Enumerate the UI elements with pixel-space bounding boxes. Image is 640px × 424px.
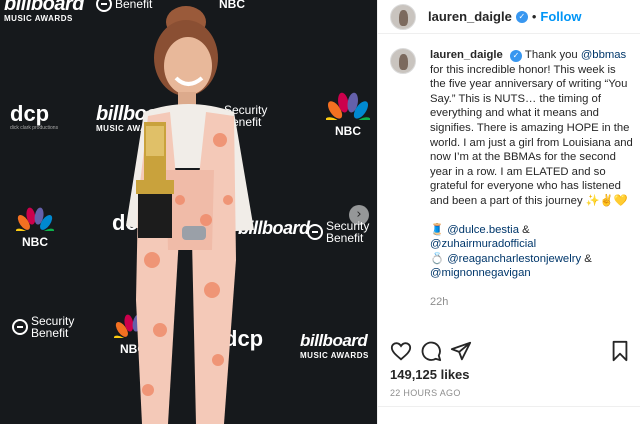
next-photo-button[interactable]: › xyxy=(349,205,369,225)
post-photo[interactable]: billboard MUSIC AWARDS Benefit NBC dcp d… xyxy=(0,0,377,424)
nbc-peacock-icon xyxy=(15,207,55,241)
caption-block: lauren_daigle ✓ Thank you @bbmas for thi… xyxy=(390,48,635,316)
avatar[interactable] xyxy=(390,3,416,30)
ampersand: & xyxy=(518,223,530,236)
mention-link[interactable]: @mignonnegavigan xyxy=(430,267,531,279)
credits: 🧵 @dulce.bestia & @zuhairmuradofficial 💍… xyxy=(430,223,633,281)
security-benefit-icon xyxy=(12,319,28,335)
dcp-logo: dcp dick clark productions xyxy=(10,101,59,132)
action-bar xyxy=(390,340,629,366)
mention-link[interactable]: @bbmas xyxy=(581,49,626,61)
follow-button[interactable]: Follow xyxy=(540,9,581,24)
mention-link[interactable]: @zuhairmuradofficial xyxy=(430,238,536,250)
ring-icon: 💍 xyxy=(430,252,445,265)
nbc-logo: NBC xyxy=(325,92,371,137)
post-side-panel: lauren_daigle ✓ • Follow lauren_daigle ✓… xyxy=(377,0,640,424)
bookmark-icon[interactable] xyxy=(610,340,630,362)
mention-link[interactable]: @dulce.bestia xyxy=(447,224,519,236)
person-holding-award xyxy=(126,6,254,424)
nbc-peacock-icon xyxy=(325,92,371,131)
billboard-logo: billboard MUSIC AWARDS xyxy=(300,331,369,360)
caption-body: for this incredible honor! This week is … xyxy=(430,63,633,207)
thread-icon: 🧵 xyxy=(430,223,445,236)
ampersand: & xyxy=(581,252,592,265)
verified-badge-icon: ✓ xyxy=(509,50,522,62)
nbc-logo: NBC xyxy=(15,207,55,248)
divider xyxy=(378,406,640,407)
avatar[interactable] xyxy=(390,48,416,74)
comment-icon[interactable] xyxy=(420,340,442,362)
post-header: lauren_daigle ✓ • Follow xyxy=(378,0,640,34)
mention-link[interactable]: @reagancharlestonjewelry xyxy=(447,253,581,265)
billboard-logo: billboard MUSIC AWARDS xyxy=(4,0,84,23)
heart-icon[interactable] xyxy=(390,340,412,362)
likes-count[interactable]: 149,125 likes xyxy=(390,367,470,382)
send-icon[interactable] xyxy=(450,340,472,362)
verified-badge-icon: ✓ xyxy=(515,10,528,23)
header-username[interactable]: lauren_daigle xyxy=(428,9,512,24)
security-benefit-logo: Security Benefit xyxy=(12,315,74,339)
caption-text: lauren_daigle ✓ Thank you @bbmas for thi… xyxy=(430,48,633,316)
caption-username[interactable]: lauren_daigle xyxy=(430,49,503,61)
header-separator: • xyxy=(531,9,537,24)
security-benefit-icon xyxy=(307,224,323,240)
post-timestamp[interactable]: 22 HOURS AGO xyxy=(390,388,461,398)
caption-body-start: Thank you xyxy=(524,49,581,61)
chevron-right-icon: › xyxy=(356,207,362,222)
caption-timestamp[interactable]: 22h xyxy=(430,295,633,310)
